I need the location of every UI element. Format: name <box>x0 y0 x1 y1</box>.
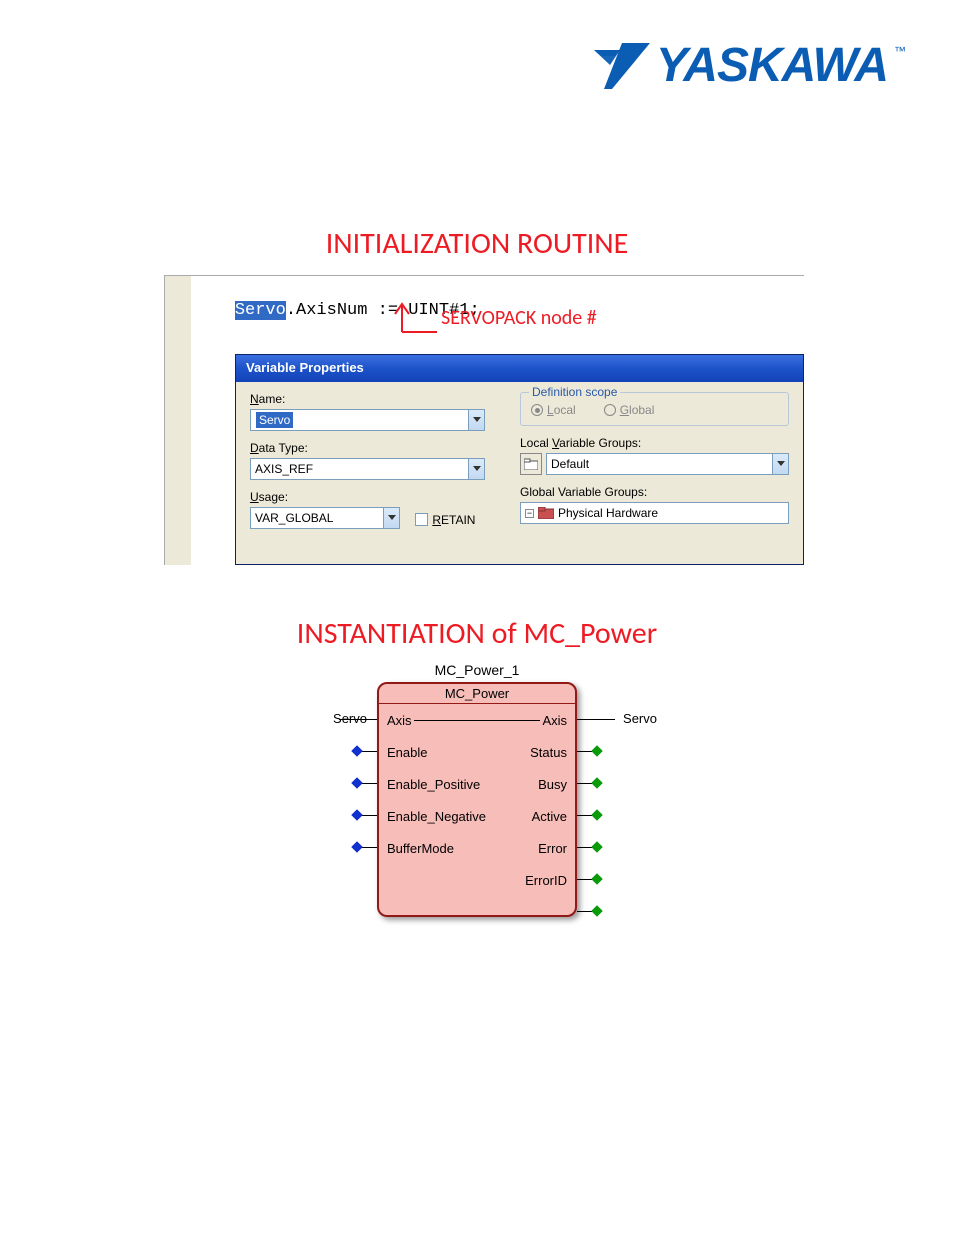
fb-output-busy: Busy <box>538 777 567 792</box>
folder-button[interactable] <box>520 453 542 475</box>
ide-screenshot: Servo.AxisNum := UINT#1; SERVOPACK node … <box>164 275 804 565</box>
fb-input-enablepos: Enable_Positive <box>387 777 480 792</box>
dialog-title: Variable Properties <box>236 355 803 382</box>
chevron-down-icon[interactable] <box>468 410 484 430</box>
usage-label: Usage: <box>250 490 490 504</box>
section-heading-initialization: INITIALIZATION ROUTINE <box>0 225 954 262</box>
fb-output-error: Error <box>538 841 567 856</box>
fb-row-enablepos: Enable_Positive Busy <box>379 768 575 800</box>
lvg-label: Local Variable Groups: <box>520 436 789 450</box>
editor-gutter <box>165 276 191 565</box>
usage-value: VAR_GLOBAL <box>251 508 383 528</box>
fb-input-enable: Enable <box>387 745 427 760</box>
fb-row-buffer: BufferMode Error <box>379 832 575 864</box>
datatype-field[interactable]: AXIS_REF <box>250 458 485 480</box>
fb-instance-name: MC_Power_1 <box>297 662 657 678</box>
fb-output-errorid: ErrorID <box>525 873 567 888</box>
annotation-text: SERVOPACK node # <box>441 306 597 330</box>
retain-checkbox[interactable]: RETAIN <box>415 513 475 527</box>
fb-row-errorid: ErrorID <box>379 864 575 896</box>
axis-output-ext: Servo <box>623 711 657 726</box>
lvg-field[interactable]: Default <box>546 453 789 475</box>
definition-scope-title: Definition scope <box>529 385 620 399</box>
brand-logo: YASKAWA ™ <box>592 38 906 93</box>
chevron-down-icon[interactable] <box>468 459 484 479</box>
fb-output-active: Active <box>532 809 567 824</box>
code-variable-selected: Servo <box>235 301 286 320</box>
name-label: Name: <box>250 392 490 406</box>
gvg-tree[interactable]: − Physical Hardware <box>520 502 789 524</box>
name-value: Servo <box>256 412 293 428</box>
fb-output-status: Status <box>530 745 567 760</box>
retain-label: RETAIN <box>432 513 475 527</box>
gvg-label: Global Variable Groups: <box>520 485 789 499</box>
fb-box: MC_Power Axis Axis Enable Status Enable_… <box>377 682 577 917</box>
fb-output-axis: Axis <box>542 713 567 728</box>
definition-scope-group: Definition scope Local Global <box>520 392 789 426</box>
datatype-value: AXIS_REF <box>251 459 468 479</box>
fb-input-enableneg: Enable_Negative <box>387 809 486 824</box>
tree-collapse-icon[interactable]: − <box>525 509 534 518</box>
chevron-down-icon[interactable] <box>383 508 399 528</box>
folder-icon <box>524 458 538 470</box>
variable-properties-dialog: Variable Properties Name: Servo Data Typ… <box>235 354 804 565</box>
fb-row-enable: Enable Status <box>379 736 575 768</box>
global-radio[interactable]: Global <box>604 403 655 417</box>
fb-row-enableneg: Enable_Negative Active <box>379 800 575 832</box>
logo-text: YASKAWA <box>656 38 888 93</box>
fb-row-axis: Axis Axis <box>379 704 575 736</box>
hardware-folder-icon <box>538 507 554 519</box>
local-radio[interactable]: Local <box>531 403 576 417</box>
lvg-value: Default <box>547 454 772 474</box>
chevron-down-icon[interactable] <box>772 454 788 474</box>
usage-field[interactable]: VAR_GLOBAL <box>250 507 400 529</box>
fb-type-name: MC_Power <box>379 684 575 704</box>
fb-input-axis: Axis <box>387 713 412 728</box>
datatype-label: Data Type: <box>250 441 490 455</box>
logo-trademark: ™ <box>894 44 906 58</box>
gvg-item: Physical Hardware <box>558 506 658 520</box>
fb-input-buffer: BufferMode <box>387 841 454 856</box>
logo-mark-icon <box>592 43 650 89</box>
section-heading-instantiation: INSTANTIATION of MC_Power <box>0 615 954 652</box>
name-field[interactable]: Servo <box>250 409 485 431</box>
